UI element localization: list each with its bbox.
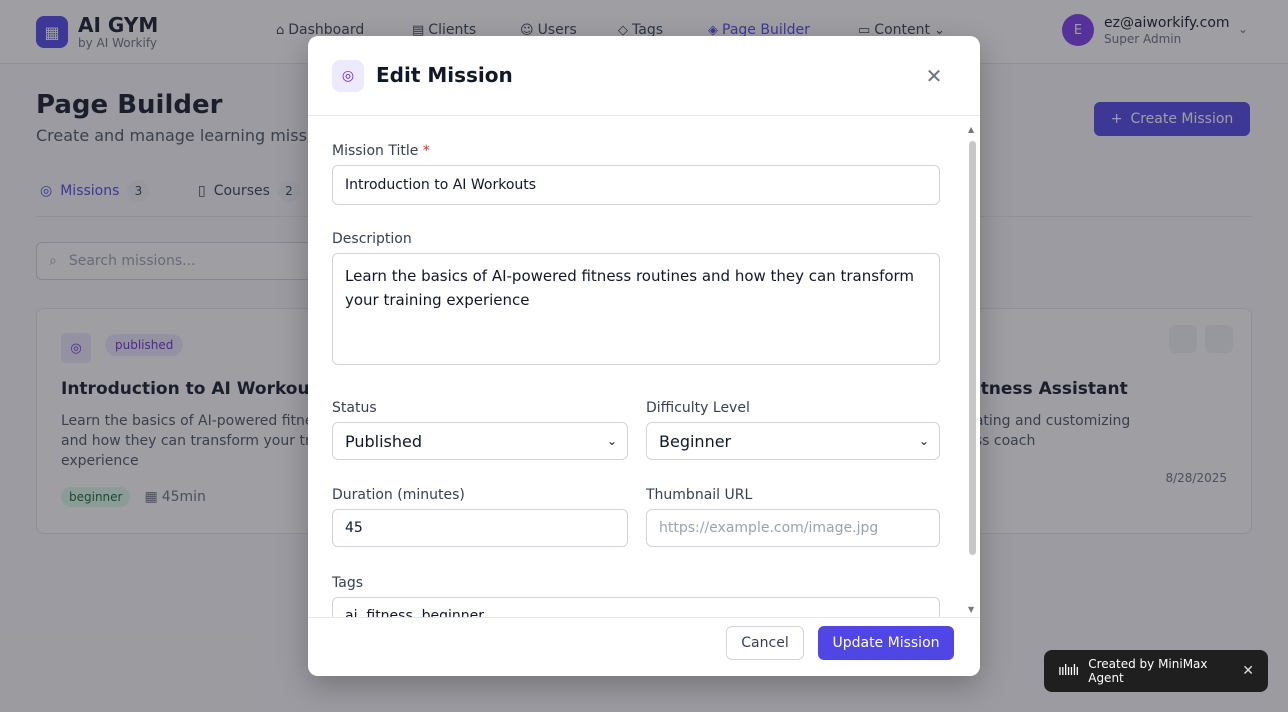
scrollbar-thumb[interactable] (969, 141, 976, 555)
mission-title-label: Mission Title * (332, 143, 430, 159)
chevron-down-icon: ⌄ (918, 434, 929, 448)
waveform-icon: ıılıılı (1058, 663, 1079, 679)
description-label: Description (332, 231, 412, 247)
dialog-title: Edit Mission (376, 63, 513, 87)
status-select[interactable]: Published ⌄ (332, 422, 628, 460)
description-textarea[interactable]: Learn the basics of AI-powered fitness r… (332, 253, 940, 365)
status-label: Status (332, 400, 377, 416)
status-select-value: Published (345, 431, 423, 451)
agent-toast: ıılıılı Created by MiniMax Agent ✕ (1044, 650, 1268, 692)
difficulty-select[interactable]: Beginner ⌄ (646, 422, 940, 460)
thumbnail-label: Thumbnail URL (646, 487, 753, 503)
close-icon[interactable]: ✕ (1242, 663, 1254, 679)
mission-title-label-text: Mission Title (332, 143, 419, 159)
scroll-down-icon[interactable]: ▼ (968, 605, 974, 614)
scroll-up-icon[interactable]: ▲ (968, 125, 974, 134)
mission-title-input[interactable]: Introduction to AI Workouts (332, 165, 940, 205)
toast-text: Created by MiniMax Agent (1088, 657, 1208, 685)
cancel-button[interactable]: Cancel (726, 626, 804, 660)
edit-mission-dialog: ◎ Edit Mission ✕ Mission Title * Introdu… (308, 36, 980, 676)
dialog-body: Mission Title * Introduction to AI Worko… (308, 117, 980, 617)
chevron-down-icon: ⌄ (606, 434, 617, 448)
difficulty-label: Difficulty Level (646, 400, 750, 416)
close-icon: ✕ (925, 64, 943, 88)
target-icon: ◎ (332, 60, 364, 92)
tags-label: Tags (332, 575, 363, 591)
difficulty-select-value: Beginner (659, 431, 732, 451)
duration-input[interactable]: 45 (332, 509, 628, 547)
tags-input[interactable]: ai, fitness, beginner (332, 597, 940, 617)
thumbnail-url-input[interactable]: https://example.com/image.jpg (646, 509, 940, 547)
update-mission-button[interactable]: Update Mission (818, 626, 954, 660)
required-marker: * (422, 143, 430, 159)
dialog-scrollbar[interactable]: ▲ ▼ (968, 125, 976, 614)
close-button[interactable]: ✕ (912, 60, 956, 92)
duration-label: Duration (minutes) (332, 487, 465, 503)
dialog-footer: Cancel Update Mission (308, 617, 980, 676)
dialog-header: ◎ Edit Mission ✕ (308, 36, 980, 116)
